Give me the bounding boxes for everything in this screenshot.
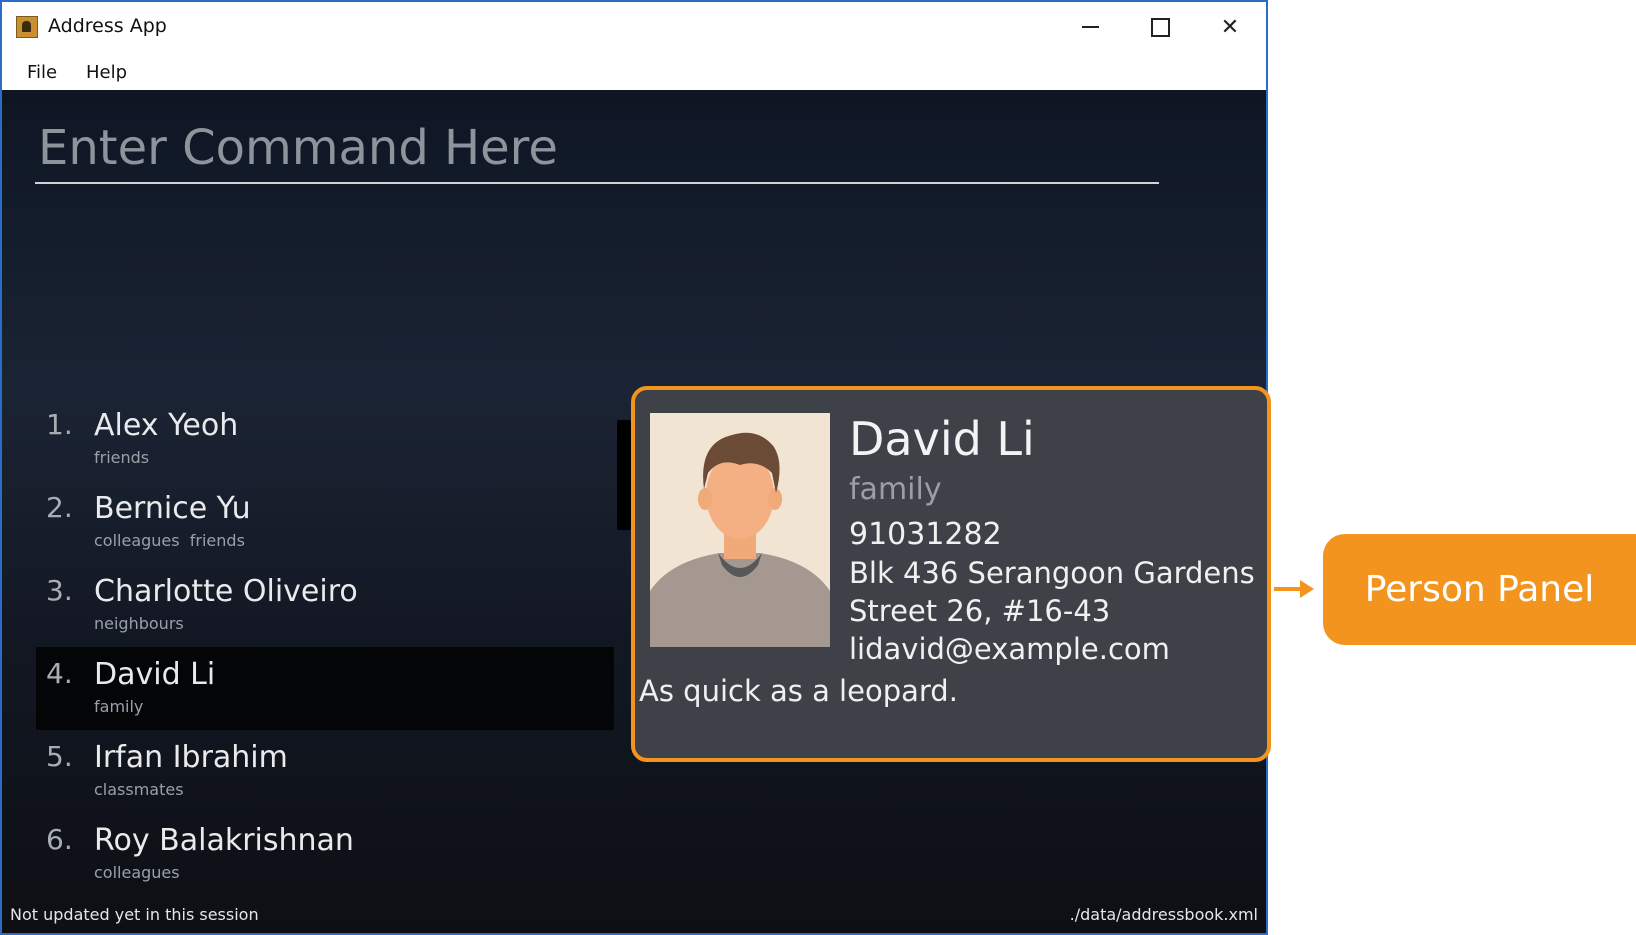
person-name: Roy Balakrishnan — [94, 823, 354, 858]
person-index: 4. — [46, 657, 73, 690]
menu-bar: File Help — [2, 52, 1266, 90]
person-panel: David Li family 91031282 Blk 436 Serango… — [631, 386, 1271, 762]
person-tags: colleagues — [94, 863, 180, 882]
person-card-selected[interactable]: 4. David Li family — [36, 647, 614, 730]
person-tags: neighbours — [94, 614, 184, 633]
person-name: Irfan Ibrahim — [94, 740, 288, 775]
menu-file[interactable]: File — [27, 62, 57, 83]
menu-help[interactable]: Help — [86, 62, 127, 83]
person-list: 1. Alex Yeoh friends 2. Bernice Yu colle… — [36, 398, 614, 896]
person-name: Charlotte Oliveiro — [94, 574, 358, 609]
window-title: Address App — [48, 15, 167, 37]
person-name: David Li — [94, 657, 216, 692]
minimize-button[interactable] — [1055, 2, 1125, 52]
panel-description: As quick as a leopard. — [639, 674, 958, 708]
person-tags: friends — [94, 448, 150, 467]
person-name: Bernice Yu — [94, 491, 251, 526]
maximize-button[interactable] — [1125, 2, 1195, 52]
person-index: 6. — [46, 823, 73, 856]
person-card[interactable]: 3. Charlotte Oliveiro neighbours — [36, 564, 614, 647]
file-path-status: ./data/addressbook.xml — [1069, 905, 1258, 924]
panel-phone: 91031282 — [849, 517, 1002, 552]
command-input[interactable]: Enter Command Here — [38, 120, 558, 176]
panel-email: lidavid@example.com — [849, 632, 1170, 666]
person-tags: family — [94, 697, 144, 716]
command-underline — [35, 182, 1159, 184]
close-button[interactable]: ✕ — [1195, 2, 1265, 52]
person-card[interactable]: 6. Roy Balakrishnan colleagues — [36, 813, 614, 896]
person-tags: classmates — [94, 780, 184, 799]
panel-address: Blk 436 Serangoon Gardens Street 26, #16… — [849, 556, 1255, 628]
person-index: 5. — [46, 740, 73, 773]
panel-name: David Li — [849, 412, 1035, 466]
sync-status: Not updated yet in this session — [10, 905, 259, 924]
person-card[interactable]: 1. Alex Yeoh friends — [36, 398, 614, 481]
person-name: Alex Yeoh — [94, 408, 239, 443]
callout-label: Person Panel — [1323, 534, 1636, 645]
app-icon — [16, 16, 38, 38]
person-index: 3. — [46, 574, 73, 607]
panel-tag: family — [849, 472, 942, 507]
title-bar: Address App ✕ — [2, 2, 1266, 52]
arrow-right-icon — [1300, 580, 1314, 598]
person-index: 2. — [46, 491, 73, 524]
person-index: 1. — [46, 408, 73, 441]
list-scrollbar[interactable] — [617, 420, 631, 530]
minimize-icon — [1081, 26, 1099, 28]
person-card[interactable]: 5. Irfan Ibrahim classmates — [36, 730, 614, 813]
person-tags: colleagues friends — [94, 531, 245, 550]
maximize-icon — [1150, 17, 1170, 37]
person-card[interactable]: 2. Bernice Yu colleagues friends — [36, 481, 614, 564]
avatar — [650, 413, 830, 647]
close-icon: ✕ — [1220, 14, 1240, 40]
